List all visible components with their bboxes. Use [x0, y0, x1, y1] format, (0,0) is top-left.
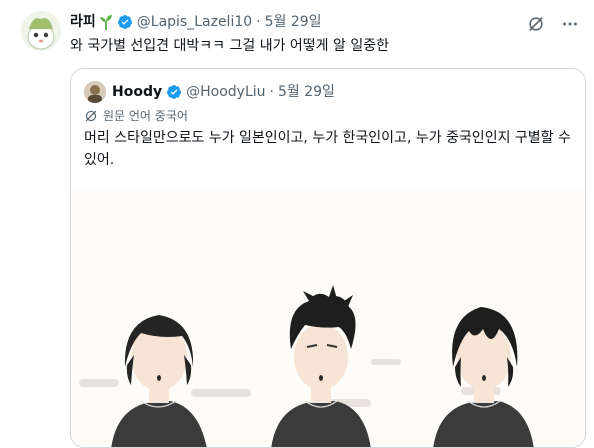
- more-icon[interactable]: [560, 14, 580, 34]
- hairstyle-illustration: [79, 285, 534, 447]
- verified-badge-icon: [166, 84, 182, 100]
- quoted-text: 머리 스타일만으로도 누가 일본인이고, 누가 한국인이고, 누가 중국인인지 …: [84, 130, 571, 168]
- quoted-image[interactable]: [71, 189, 585, 447]
- translated-from-label[interactable]: 원문 언어 중국어: [84, 107, 188, 124]
- person-japanese-hairstyle: [111, 315, 207, 447]
- tweet-text: 와 국가별 선입견 대박ㅋㅋ 그걸 내가 어떻게 알 일중한: [70, 38, 389, 54]
- quoted-author-avatar[interactable]: [84, 81, 106, 103]
- quoted-author-name[interactable]: Hoody: [112, 82, 162, 102]
- separator-dot: ·: [256, 14, 261, 30]
- quoted-date[interactable]: 5월 29일: [278, 82, 335, 102]
- person-korean-hairstyle: [271, 285, 371, 447]
- quoted-tweet[interactable]: Hoody @HoodyLiu · 5월 29일 원문 언어 중국어 머리 스타…: [70, 68, 586, 448]
- author-avatar[interactable]: [21, 11, 61, 51]
- person-chinese-hairstyle: [433, 307, 534, 447]
- separator-dot: ·: [269, 84, 274, 100]
- author-handle[interactable]: @Lapis_Lazeli10: [137, 12, 252, 32]
- tweet-header: 라피 @Lapis_Lazeli10 · 5월 29일: [70, 12, 322, 32]
- author-name[interactable]: 라피: [70, 12, 96, 32]
- avatar-image: [21, 11, 61, 51]
- tweet-actions-top: [526, 14, 580, 34]
- translate-label-text: 원문 언어 중국어: [103, 109, 188, 123]
- translate-grok-icon: [84, 109, 98, 123]
- sprout-icon: [99, 14, 113, 30]
- tweet-date[interactable]: 5월 29일: [265, 12, 322, 32]
- verified-badge-icon: [117, 14, 133, 30]
- quoted-author-handle[interactable]: @HoodyLiu: [186, 82, 265, 102]
- grok-icon[interactable]: [526, 14, 546, 34]
- quoted-header: Hoody @HoodyLiu · 5월 29일: [84, 81, 335, 103]
